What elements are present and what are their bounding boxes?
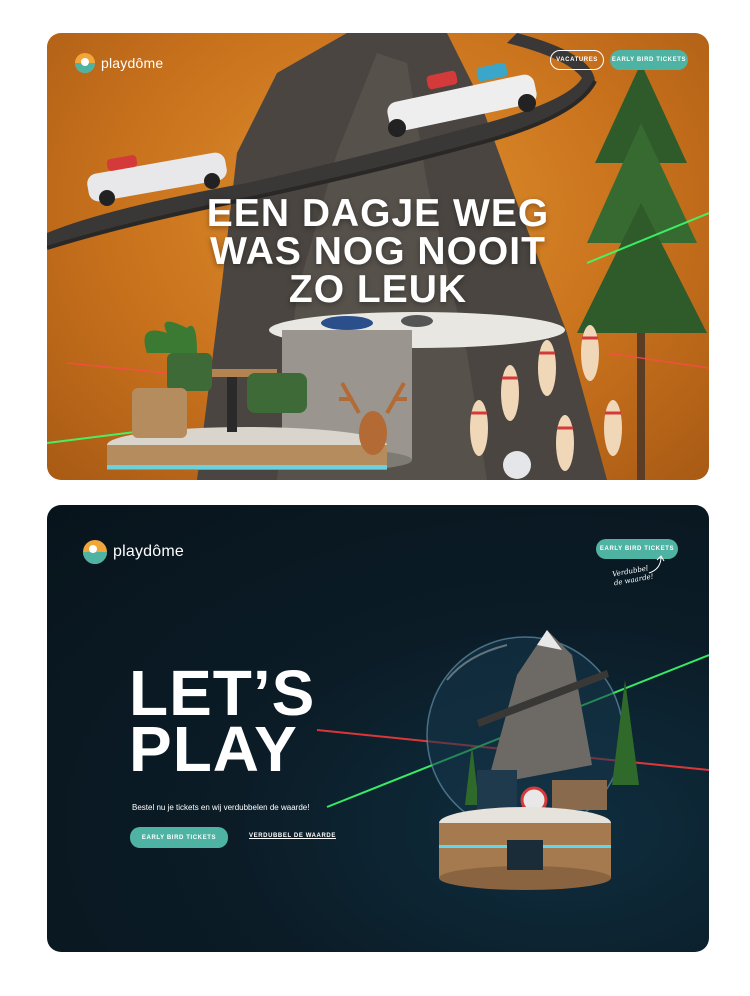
hero-title-line: PLAY: [129, 713, 298, 785]
playdome-logo-icon: [83, 540, 107, 564]
verdubbel-de-waarde-link[interactable]: VERDUBBEL DE WAARDE: [249, 833, 336, 839]
brand-logo[interactable]: playdôme: [83, 540, 184, 564]
hero-title-line: ZO LEUK: [288, 268, 468, 311]
hero-title-line: EEN DAGJE WEG: [206, 192, 550, 235]
early-bird-tickets-button[interactable]: EARLY BIRD TICKETS: [610, 50, 688, 70]
brand-name: playdôme: [113, 543, 184, 560]
hero-title: LET’S PLAY: [129, 661, 315, 785]
brand-logo[interactable]: playdôme: [75, 53, 163, 73]
hero-title: EEN DAGJE WEG WAS NOG NOOIT ZO LEUK: [47, 192, 709, 311]
brand-name: playdôme: [101, 55, 164, 71]
playdome-homepage-card: playdôme VACATURES EARLY BIRD TICKETS EE…: [47, 33, 709, 480]
curved-arrow-icon: [648, 555, 665, 574]
hero-subtitle: Bestel nu je tickets en wij verdubbelen …: [132, 803, 310, 812]
hero-title-line: WAS NOG NOOIT: [210, 230, 546, 273]
vacatures-button[interactable]: VACATURES: [550, 50, 604, 70]
early-bird-tickets-cta[interactable]: EARLY BIRD TICKETS: [130, 827, 228, 848]
playdome-campaign-card: playdôme EARLY BIRD TICKETS Verdubbel de…: [47, 505, 709, 952]
playdome-logo-icon: [75, 53, 95, 73]
